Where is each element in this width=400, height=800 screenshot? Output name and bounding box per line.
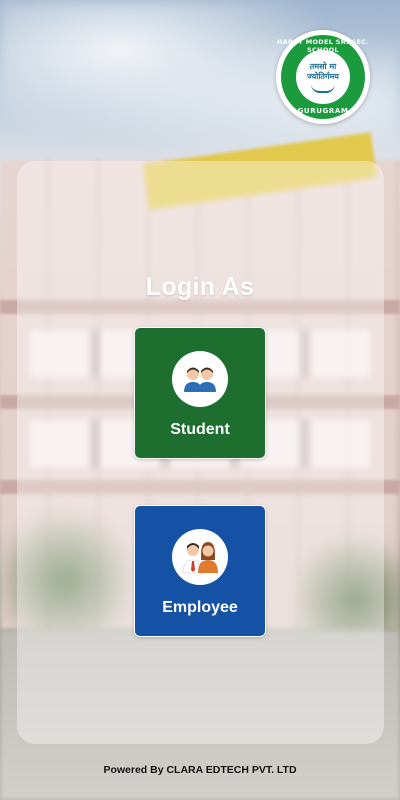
logo-book-icon — [311, 84, 335, 93]
employee-login-button[interactable]: Employee — [134, 505, 266, 637]
school-logo: HAPPY MODEL SR. SEC. SCHOOL तमसो मा ज्यो… — [276, 30, 370, 124]
logo-motto-line2: ज्योतिर्गमय — [307, 71, 339, 81]
logo-motto-line1: तमसो मा — [309, 61, 337, 71]
employee-label: Employee — [162, 599, 238, 616]
students-icon — [172, 351, 228, 407]
login-title: Login As — [145, 273, 255, 301]
student-label: Student — [170, 421, 230, 438]
employees-icon — [172, 529, 228, 585]
student-login-button[interactable]: Student — [134, 327, 266, 459]
powered-by-footer: Powered By CLARA EDTECH PVT. LTD — [103, 764, 297, 776]
logo-city: GURUGRAM — [297, 107, 349, 115]
